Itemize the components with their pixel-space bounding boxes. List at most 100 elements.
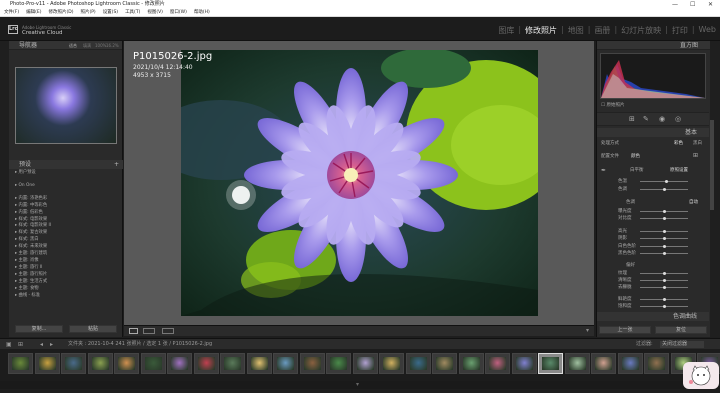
crop-icon[interactable]: ⊞ [629,115,635,123]
whites-slider-knob[interactable] [663,245,666,248]
saturation-slider-knob[interactable] [663,305,666,308]
navigator-header[interactable]: 导航器 适合 填满 100% 16.2% [9,41,122,50]
filmstrip-thumbnail[interactable] [644,353,669,374]
color-treatment[interactable]: 彩色 [674,140,683,146]
preset-item[interactable]: ▸ 主题: 食物 [15,286,119,293]
right-panel-scrollbar[interactable] [710,120,714,210]
navigator-preview[interactable] [15,67,117,144]
filmstrip-thumbnail[interactable] [485,353,510,374]
filmstrip-thumbnail[interactable] [564,353,590,374]
menu-item[interactable]: 照片(P) [80,10,95,15]
filmstrip-thumbnail[interactable] [114,353,139,374]
filmstrip-thumbnail[interactable] [246,353,272,374]
filmstrip-thumbnail[interactable] [61,353,86,374]
preset-item[interactable]: ▸ 主题: 旅行建筑 [15,251,119,258]
bw-treatment[interactable]: 黑白 [693,140,702,146]
preset-item[interactable]: ▸ 主题: 旅行 II [15,265,119,272]
profile-value[interactable]: 颜色 [631,153,640,159]
menu-item[interactable]: 工具(T) [125,10,140,15]
histogram[interactable] [600,53,706,99]
filmstrip-thumbnail[interactable] [379,353,404,374]
zoom-100[interactable]: 100% [95,41,106,50]
preset-item[interactable]: ▸ 内置: 低彩色 [15,210,119,217]
menu-item[interactable]: 设置(S) [103,10,118,15]
dehaze-slider-knob[interactable] [663,286,666,289]
wb-dropper-icon[interactable]: ✒ [601,167,606,174]
profile-browser-icon[interactable]: ⊞ [693,152,698,159]
previous-button[interactable]: 上一张 [599,326,651,334]
module-1[interactable]: 修改照片 [525,25,557,36]
filmstrip-thumbnail[interactable] [87,353,113,374]
filmstrip-thumbnail[interactable] [405,353,431,374]
basic-header[interactable]: 基本 [597,128,709,137]
grid-view-icon[interactable] [162,328,174,334]
filmstrip-thumbnail[interactable] [167,353,192,374]
main-photo[interactable] [181,50,538,316]
filmstrip-thumbnail[interactable] [458,353,484,374]
preset-item[interactable]: ▸ 内置: 浓艳色彩 [15,196,119,203]
histogram-header[interactable]: 直方图 [597,41,710,50]
redeye-icon[interactable]: ◉ [659,115,665,123]
minimize-icon[interactable]: — [672,0,678,9]
filmstrip-thumbnail[interactable] [432,353,457,374]
menu-item[interactable]: 编辑(E) [26,10,41,15]
vibrance-slider-knob[interactable] [663,298,666,301]
preset-item[interactable]: ▸ 主题: 生活方式 [15,279,119,286]
zoom-fill[interactable]: 填满 [83,41,91,50]
module-6[interactable]: Web [699,25,716,36]
module-3[interactable]: 画册 [594,25,610,36]
close-icon[interactable]: ✕ [708,0,713,9]
filter-dropdown[interactable]: 关闭过滤器 [660,341,704,348]
presets-header[interactable]: 预设 + [9,160,123,169]
filmstrip-thumbnail[interactable] [511,353,537,374]
menu-item[interactable]: 文件(F) [4,10,19,15]
copy-button[interactable]: 复制... [15,325,63,333]
auto-tone-button[interactable]: 自动 [689,199,698,205]
filmstrip-thumbnail[interactable] [140,353,166,374]
menu-item[interactable]: 帮助(H) [194,10,210,15]
original-photo-toggle[interactable]: ☐ 原始照片 [601,102,624,108]
module-5[interactable]: 打印 [672,25,688,36]
temp-slider[interactable] [640,181,688,182]
preset-item[interactable]: ▸ 主题: 旅行照片 [15,272,119,279]
contrast-slider-knob[interactable] [663,217,666,220]
preset-item[interactable]: ▸ 用户预设 [15,170,119,177]
toolbar-menu-icon[interactable]: ▾ [586,327,589,334]
zoom-fit[interactable]: 适合 [69,41,77,50]
filmstrip-thumbnail[interactable] [299,353,325,374]
add-preset-icon[interactable]: + [114,160,119,169]
module-2[interactable]: 地图 [568,25,584,36]
preset-item[interactable]: ▸ 内置: 中等彩色 [15,203,119,210]
zoom-custom[interactable]: 16.2% [106,41,119,50]
tint-slider-knob[interactable] [663,188,666,191]
filmstrip-thumbnail[interactable] [326,353,351,374]
preset-item[interactable]: ▸ 曲线 - 标准 [15,293,119,300]
menu-item[interactable]: 窗口(W) [170,10,187,15]
filmstrip-thumbnail[interactable] [34,353,60,374]
menu-item[interactable]: 修改照片(D) [48,10,73,15]
preset-item[interactable]: ▸ On One [15,183,119,190]
filmstrip-thumbnail[interactable] [352,353,378,374]
filmstrip-thumbnail[interactable] [538,353,563,374]
paste-button[interactable]: 粘贴 [69,325,117,333]
filmstrip-thumbnail[interactable] [591,353,616,374]
heal-icon[interactable]: ✎ [643,115,649,123]
tone-curve-header[interactable]: 色调曲线 [597,312,709,321]
filmstrip-thumbnail[interactable] [617,353,643,374]
preset-item[interactable]: ▸ 主题: 肖像 [15,258,119,265]
filmstrip-thumbnail[interactable] [220,353,245,374]
filmstrip-thumbnail[interactable] [8,353,33,374]
module-4[interactable]: 幻灯片放映 [621,25,661,36]
loupe-view-icon[interactable] [129,328,138,334]
collapse-filmstrip-icon[interactable]: ▾ [356,381,359,388]
filmstrip-thumbnail[interactable] [273,353,298,374]
texture-slider-knob[interactable] [663,272,666,275]
maximize-icon[interactable]: ☐ [690,0,695,9]
mask-icon[interactable]: ◎ [675,115,681,123]
filmstrip-thumbnail[interactable] [193,353,219,374]
before-after-icon[interactable] [143,328,155,334]
shadows-slider-knob[interactable] [663,237,666,240]
menu-item[interactable]: 视图(V) [147,10,163,15]
module-0[interactable]: 图库 [498,25,514,36]
highlights-slider-knob[interactable] [663,230,666,233]
